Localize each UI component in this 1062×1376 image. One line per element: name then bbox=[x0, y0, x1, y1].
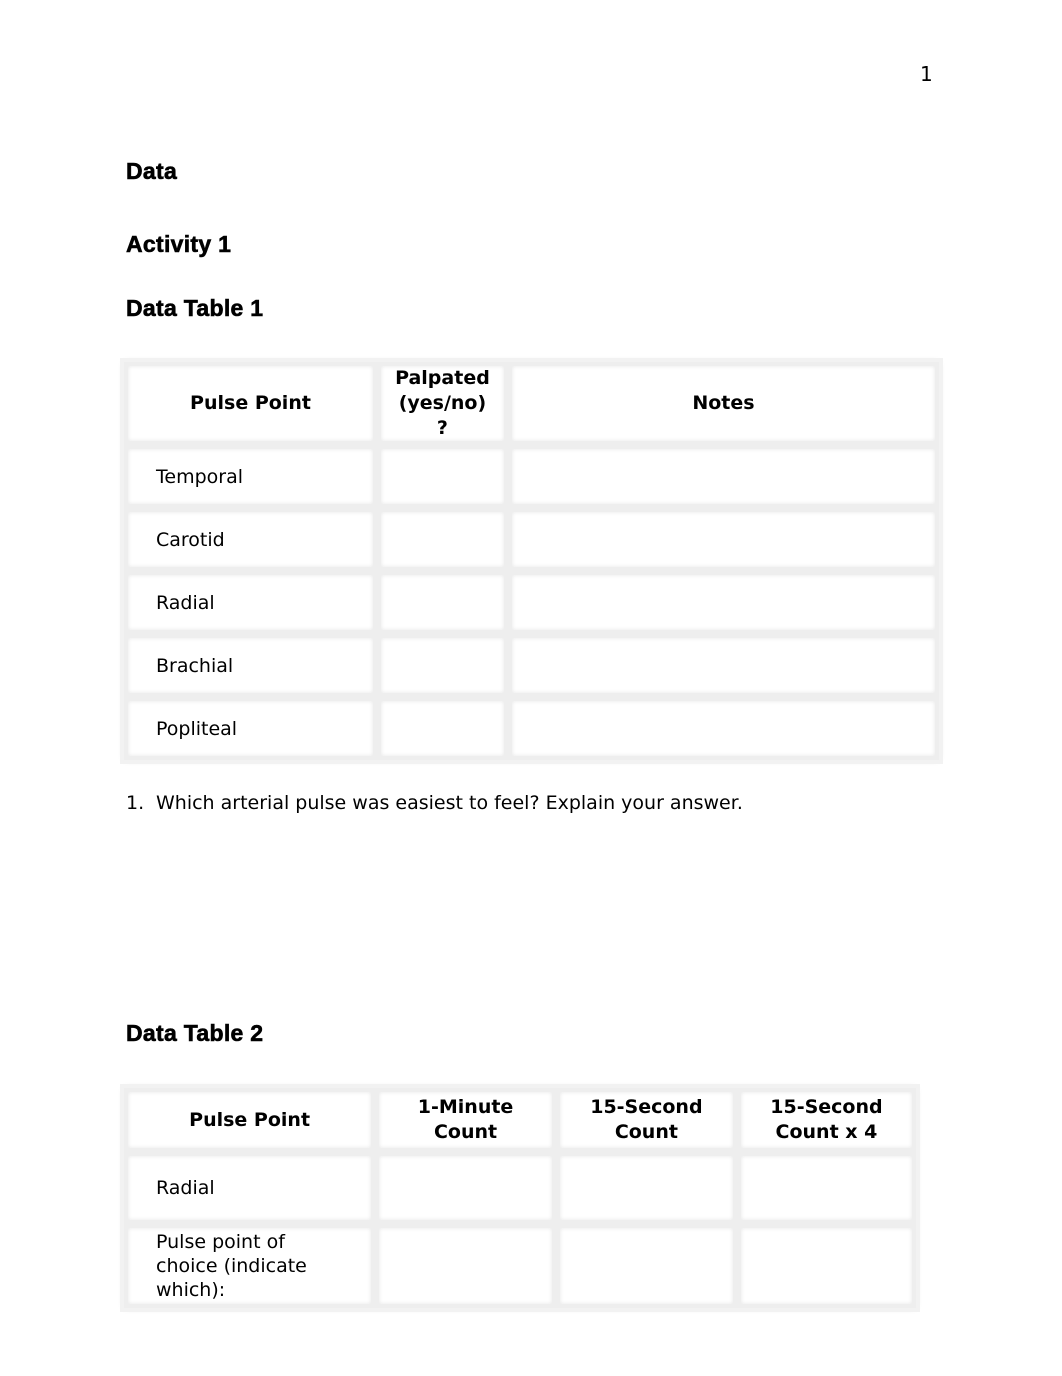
palpated-cell[interactable] bbox=[376, 508, 508, 571]
one-minute-count-cell[interactable] bbox=[375, 1224, 556, 1308]
header-fifteen-second-count: 15-Second Count bbox=[555, 1088, 737, 1152]
header-line: Count bbox=[614, 1121, 678, 1143]
palpated-cell[interactable] bbox=[376, 445, 508, 508]
pulse-point-cell: Carotid bbox=[124, 508, 377, 571]
notes-cell[interactable] bbox=[507, 445, 939, 508]
fifteen-second-count-cell[interactable] bbox=[555, 1224, 737, 1308]
header-palpated-line1: Palpated bbox=[395, 367, 490, 389]
header-fifteen-second-count-x4: 15-Second Count x 4 bbox=[736, 1088, 916, 1152]
page-number: 1 bbox=[920, 62, 933, 86]
question-1: 1. Which arterial pulse was easiest to fe… bbox=[126, 792, 743, 814]
header-pulse-point: Pulse Point bbox=[124, 1088, 376, 1152]
notes-cell[interactable] bbox=[507, 571, 939, 634]
table-row: Pulse point of choice (indicate which): bbox=[124, 1224, 916, 1308]
header-line: Count x 4 bbox=[775, 1121, 878, 1143]
notes-cell[interactable] bbox=[507, 697, 939, 760]
pulse-point-cell: Radial bbox=[124, 571, 377, 634]
palpated-cell[interactable] bbox=[376, 697, 508, 760]
table-row: Carotid bbox=[124, 508, 939, 571]
header-line: 15-Second bbox=[770, 1096, 883, 1118]
header-notes: Notes bbox=[507, 362, 939, 445]
question-text: Which arterial pulse was easiest to feel… bbox=[156, 792, 743, 814]
header-palpated-line2: (yes/no) bbox=[398, 392, 487, 414]
pulse-point-cell: Popliteal bbox=[124, 697, 377, 760]
header-line: 15-Second bbox=[590, 1096, 703, 1118]
notes-cell[interactable] bbox=[507, 634, 939, 697]
pulse-point-cell: Temporal bbox=[124, 445, 377, 508]
header-pulse-point: Pulse Point bbox=[124, 362, 377, 445]
palpated-cell[interactable] bbox=[376, 634, 508, 697]
pulse-point-cell: Pulse point of choice (indicate which): bbox=[124, 1224, 376, 1308]
notes-cell[interactable] bbox=[507, 508, 939, 571]
fifteen-second-x4-cell[interactable] bbox=[736, 1224, 916, 1308]
header-line: 1-Minute bbox=[417, 1096, 514, 1118]
fifteen-second-x4-cell[interactable] bbox=[736, 1152, 916, 1224]
section-heading-data: Data bbox=[126, 158, 178, 185]
table1-title: Data Table 1 bbox=[126, 295, 264, 322]
table2-title: Data Table 2 bbox=[126, 1020, 264, 1047]
data-table-1: Pulse Point Palpated (yes/no) ? Notes Te… bbox=[120, 358, 943, 764]
one-minute-count-cell[interactable] bbox=[375, 1152, 556, 1224]
data-table-2: Pulse Point 1-Minute Count 15-Second Cou… bbox=[120, 1084, 920, 1312]
pulse-point-cell: Radial bbox=[124, 1152, 376, 1224]
header-one-minute-count: 1-Minute Count bbox=[375, 1088, 556, 1152]
header-palpated-line3: ? bbox=[436, 417, 448, 439]
question-number: 1. bbox=[126, 792, 145, 814]
table-row: Brachial bbox=[124, 634, 939, 697]
table-row: Radial bbox=[124, 1152, 916, 1224]
pulse-point-cell: Brachial bbox=[124, 634, 377, 697]
header-palpated: Palpated (yes/no) ? bbox=[376, 362, 508, 445]
fifteen-second-count-cell[interactable] bbox=[555, 1152, 737, 1224]
table-row: Radial bbox=[124, 571, 939, 634]
table-header-row: Pulse Point Palpated (yes/no) ? Notes bbox=[124, 362, 939, 445]
palpated-cell[interactable] bbox=[376, 571, 508, 634]
header-line: Count bbox=[433, 1121, 498, 1143]
table-row: Popliteal bbox=[124, 697, 939, 760]
table-header-row: Pulse Point 1-Minute Count 15-Second Cou… bbox=[124, 1088, 916, 1152]
table-row: Temporal bbox=[124, 445, 939, 508]
activity-heading: Activity 1 bbox=[126, 231, 232, 258]
